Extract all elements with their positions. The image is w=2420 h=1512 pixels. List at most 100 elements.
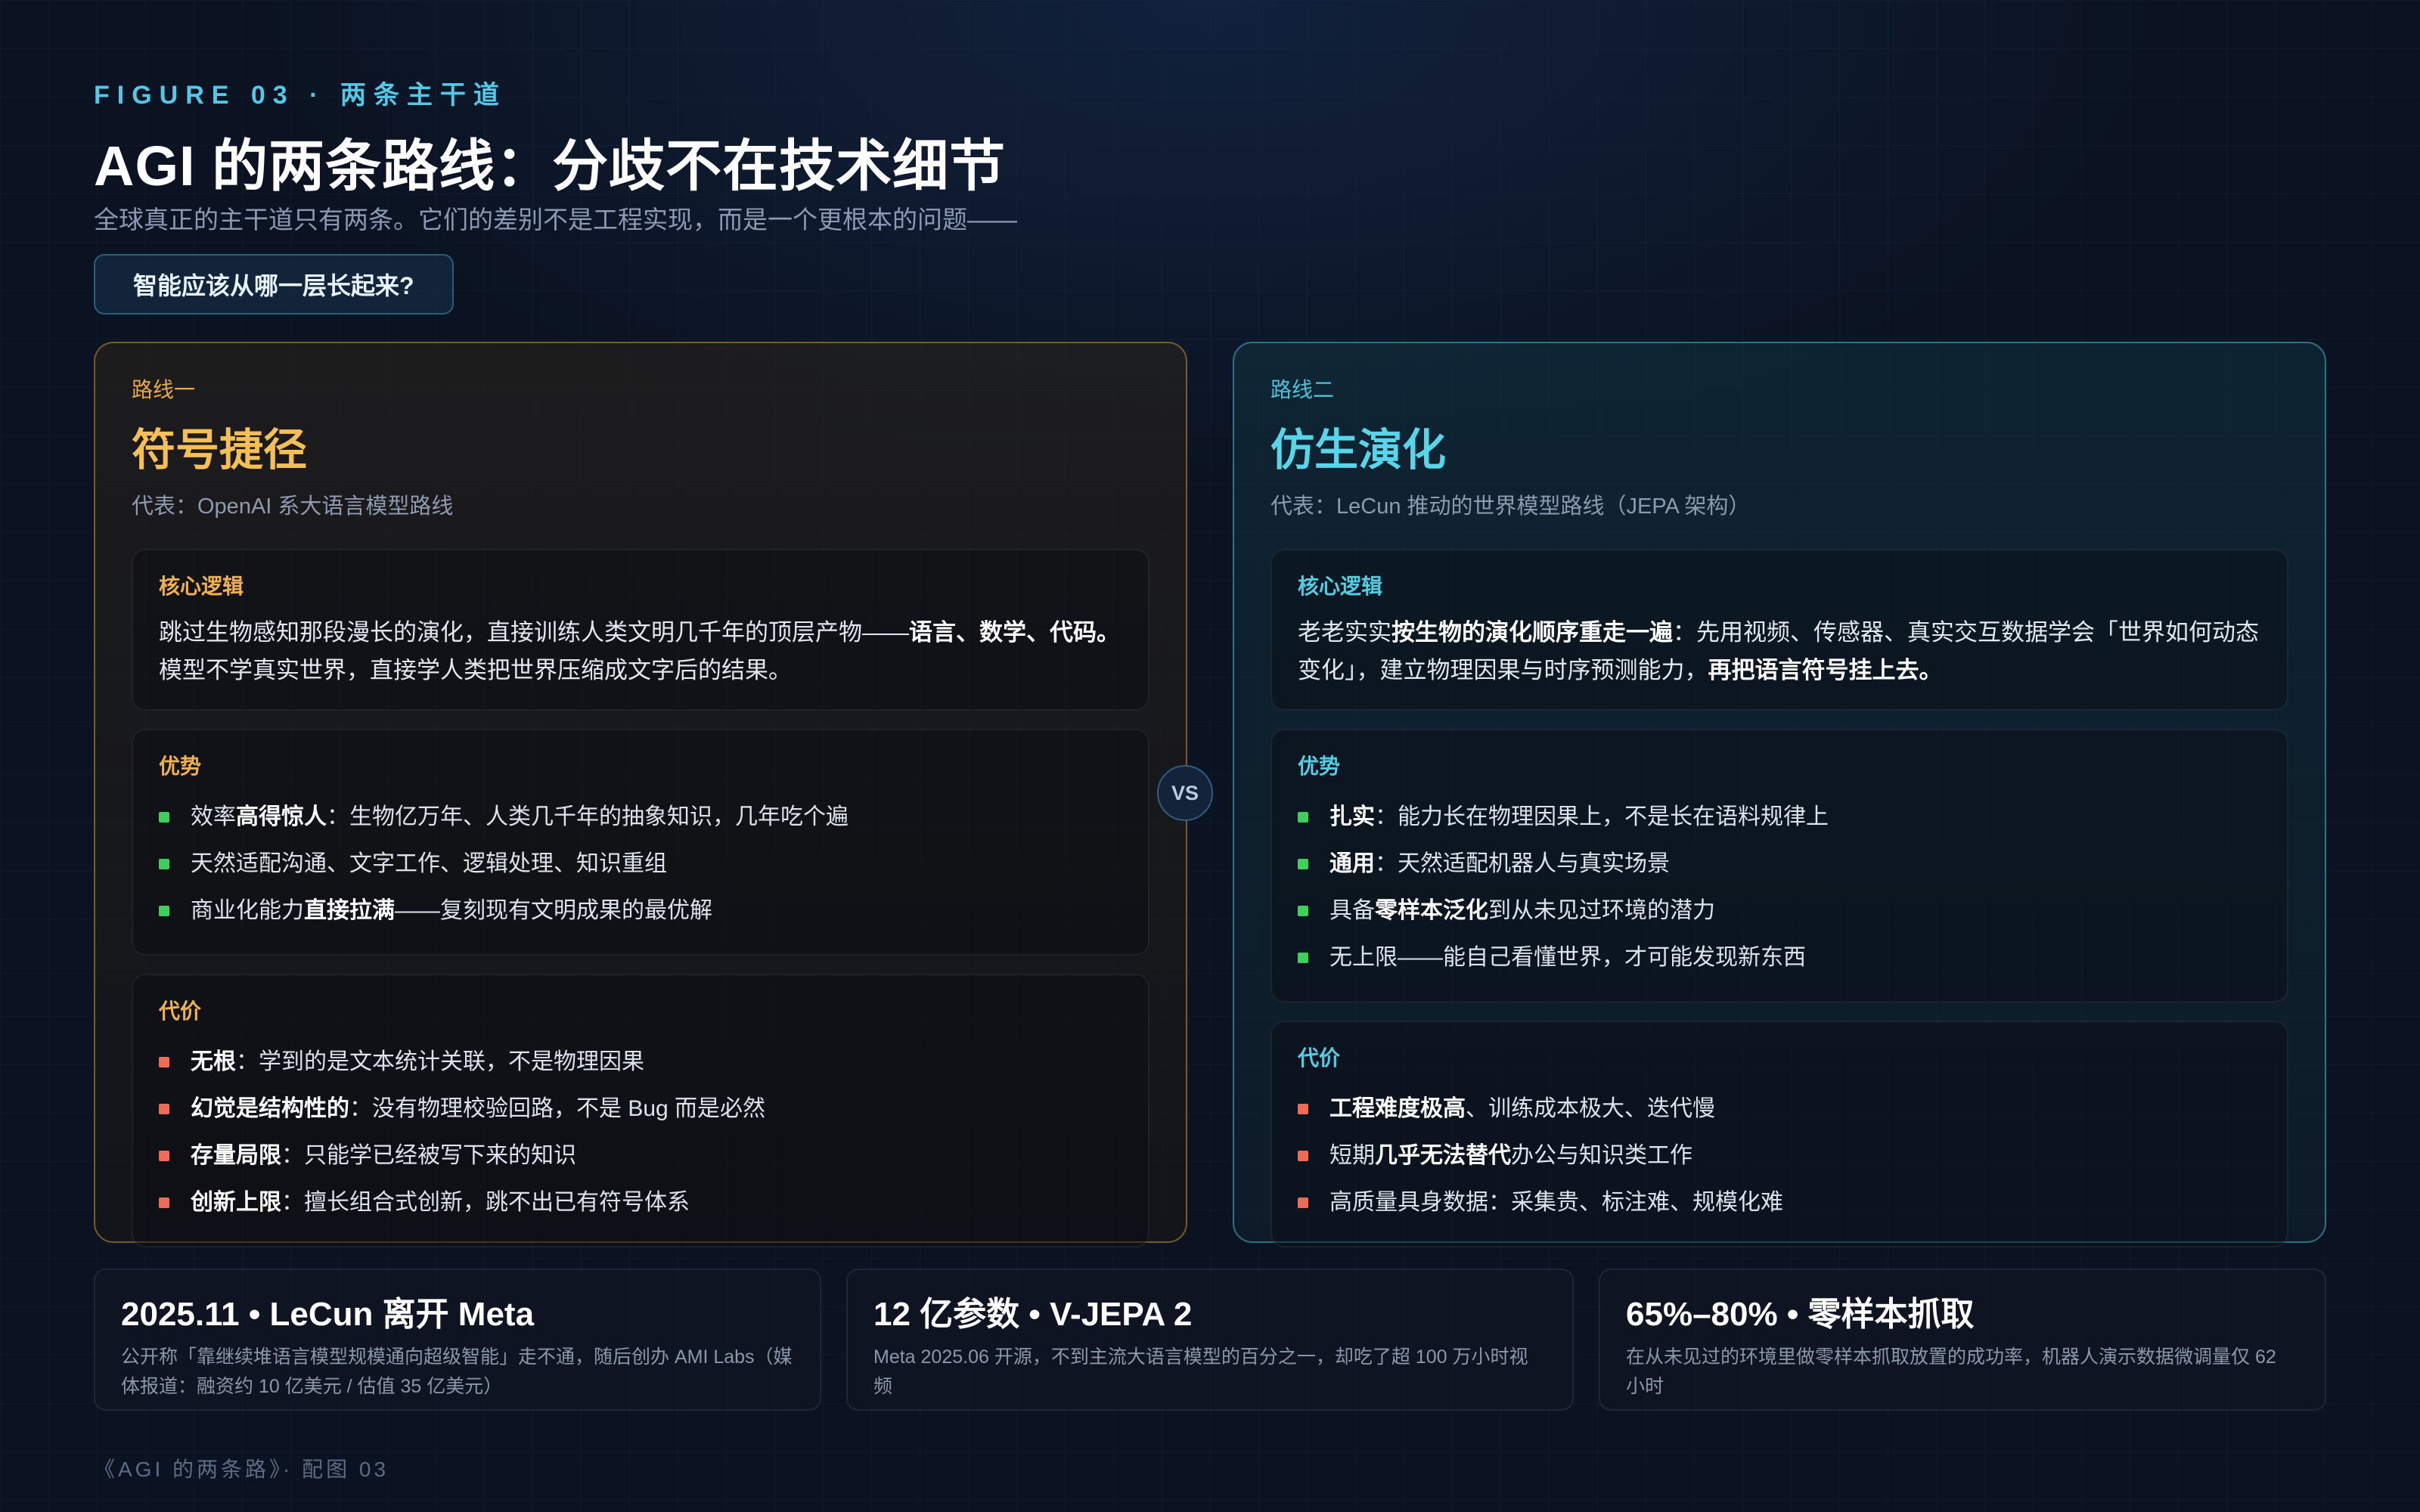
cons-section: 代价 无根：学到的是文本统计关联，不是物理因果幻觉是结构性的：没有物理校验回路，…: [132, 974, 1150, 1247]
emphasis-text: 创新上限: [191, 1190, 281, 1215]
bullet-square-icon: [159, 1151, 169, 1161]
bullet-square-icon: [159, 1198, 169, 1208]
cons-heading: 代价: [159, 999, 202, 1023]
bullet-square-icon: [159, 906, 169, 916]
list-item: 存量局限：只能学已经被写下来的知识: [159, 1132, 1122, 1179]
cons-list: 工程难度极高、训练成本极大、迭代慢 短期几乎无法替代办公与知识类工作 高质量具身数据…: [1298, 1086, 2261, 1226]
emphasis-text: 语言、数学、代码。: [909, 619, 1120, 646]
list-item-text: 天然适配沟通、文字工作、逻辑处理、知识重组: [191, 849, 667, 879]
text-run: ：擅长组合式创新，跳不出已有符号体系: [281, 1190, 690, 1215]
list-item-text: 短期几乎无法替代办公与知识类工作: [1329, 1141, 1692, 1171]
figure-eyebrow: FIGURE 03 · 两条主干道: [94, 81, 507, 110]
text-run: 模型不学真实世界，直接学人类把世界压缩成文字后的结果。: [159, 657, 792, 683]
bullet-square-icon: [159, 1104, 169, 1114]
core-logic-heading: 核心逻辑: [159, 575, 244, 598]
bullet-square-icon: [159, 812, 169, 823]
figure-footer: 《AGI 的两条路》· 配图 03: [94, 1458, 389, 1481]
text-run: 无上限——能自己看懂世界，才可能发现新东西: [1329, 945, 1806, 970]
text-run: 效率: [191, 804, 236, 829]
list-item: 通用：天然适配机器人与真实场景: [1298, 841, 2261, 888]
list-item: 具备零样本泛化到从未见过环境的潜力: [1298, 888, 2261, 934]
list-item-text: 商业化能力直接拉满——复刻现有文明成果的最优解: [191, 896, 712, 926]
route-card-symbolic: 路线一 符号捷径 代表：OpenAI 系大语言模型路线 核心逻辑 跳过生物感知那…: [94, 342, 1187, 1247]
text-run: 老老实实: [1298, 619, 1392, 646]
fact-title: 12 亿参数 • V-JEPA 2: [873, 1296, 1193, 1333]
route-label: 路线二: [1270, 378, 1335, 401]
cons-list: 无根：学到的是文本统计关联，不是物理因果幻觉是结构性的：没有物理校验回路，不是 …: [159, 1039, 1122, 1226]
pros-section: 优势 扎实：能力长在物理因果上，不是长在语料规律上通用：天然适配机器人与真实场景…: [1270, 729, 2288, 1002]
list-item: 高质量具身数据：采集贵、标注难、规模化难: [1298, 1179, 2261, 1226]
core-logic-section: 核心逻辑 跳过生物感知那段漫长的演化，直接训练人类文明几千年的顶层产物——语言、…: [132, 549, 1150, 711]
pros-section: 优势 效率高得惊人：生物亿万年、人类几千年的抽象知识，几年吃个遍 天然适配沟通、文…: [132, 729, 1150, 956]
list-item-text: 创新上限：擅长组合式创新，跳不出已有符号体系: [191, 1188, 690, 1218]
bullet-square-icon: [1298, 1198, 1308, 1208]
core-logic-heading: 核心逻辑: [1298, 575, 1383, 598]
core-logic-text: 跳过生物感知那段漫长的演化，直接训练人类文明几千年的顶层产物——语言、数学、代码…: [159, 614, 1122, 689]
list-item: 无根：学到的是文本统计关联，不是物理因果: [159, 1039, 1122, 1086]
route-representative: 代表：LeCun 推动的世界模型路线（JEPA 架构）: [1270, 494, 1751, 519]
list-item: 无上限——能自己看懂世界，才可能发现新东西: [1298, 934, 2261, 981]
list-item-text: 无上限——能自己看懂世界，才可能发现新东西: [1329, 943, 1806, 973]
list-item: 扎实：能力长在物理因果上，不是长在语料规律上: [1298, 794, 2261, 841]
list-item-text: 具备零样本泛化到从未见过环境的潜力: [1329, 896, 1715, 926]
core-logic-section: 核心逻辑 老老实实按生物的演化顺序重走一遍：先用视频、传感器、真实交互数据学会「…: [1270, 549, 2288, 711]
list-item: 工程难度极高、训练成本极大、迭代慢: [1298, 1086, 2261, 1132]
fact-description: 在从未见过的环境里做零样本抓取放置的成功率，机器人演示数据微调量仅 62 小时: [1626, 1346, 2276, 1397]
text-run: ——复刻现有文明成果的最优解: [395, 898, 712, 923]
route-name: 仿生演化: [1270, 426, 1447, 475]
list-item-text: 无根：学到的是文本统计关联，不是物理因果: [191, 1047, 644, 1077]
bullet-square-icon: [1298, 1104, 1308, 1114]
emphasis-text: 存量局限: [191, 1143, 281, 1168]
bullet-square-icon: [1298, 953, 1308, 963]
emphasis-text: 按生物的演化顺序重走一遍: [1392, 619, 1673, 646]
fact-card-lecun: 2025.11 • LeCun 离开 Meta 公开称「靠继续堆语言模型规模通向…: [94, 1269, 821, 1411]
text-run: 短期: [1329, 1143, 1375, 1168]
text-run: 到从未见过环境的潜力: [1488, 898, 1715, 923]
emphasis-text: 高得惊人: [236, 804, 327, 829]
route-card-bionic: 路线二 仿生演化 代表：LeCun 推动的世界模型路线（JEPA 架构） 核心逻…: [1233, 342, 2326, 1247]
list-item-text: 幻觉是结构性的：没有物理校验回路，不是 Bug 而是必然: [191, 1094, 765, 1124]
list-item: 短期几乎无法替代办公与知识类工作: [1298, 1132, 2261, 1179]
emphasis-text: 直接拉满: [304, 898, 395, 923]
list-item-text: 高质量具身数据：采集贵、标注难、规模化难: [1329, 1188, 1783, 1218]
emphasis-text: 无根: [191, 1049, 236, 1074]
text-run: 跳过生物感知那段漫长的演化，直接训练人类文明几千年的顶层产物——: [159, 619, 909, 646]
route-label: 路线一: [132, 378, 196, 401]
fact-card-grasping: 65%–80% • 零样本抓取 在从未见过的环境里做零样本抓取放置的成功率，机器…: [1599, 1269, 2326, 1411]
fact-description: Meta 2025.06 开源，不到主流大语言模型的百分之一，却吃了超 100 …: [873, 1346, 1528, 1397]
fact-card-vjepa: 12 亿参数 • V-JEPA 2 Meta 2025.06 开源，不到主流大语…: [846, 1269, 1574, 1411]
text-run: 办公与知识类工作: [1511, 1143, 1692, 1168]
text-run: ：天然适配机器人与真实场景: [1375, 851, 1670, 876]
text-run: ：生物亿万年、人类几千年的抽象知识，几年吃个遍: [327, 804, 849, 829]
cons-section: 代价 工程难度极高、训练成本极大、迭代慢 短期几乎无法替代办公与知识类工作 高质量具…: [1270, 1021, 2288, 1247]
pros-heading: 优势: [159, 754, 202, 778]
pros-heading: 优势: [1298, 754, 1341, 778]
list-item-text: 效率高得惊人：生物亿万年、人类几千年的抽象知识，几年吃个遍: [191, 802, 849, 832]
text-run: ：只能学已经被写下来的知识: [281, 1143, 576, 1168]
text-run: 高质量具身数据：采集贵、标注难、规模化难: [1329, 1190, 1783, 1215]
emphasis-text: 工程难度极高: [1329, 1096, 1466, 1121]
text-run: 、训练成本极大、迭代慢: [1466, 1096, 1715, 1121]
list-item-text: 存量局限：只能学已经被写下来的知识: [191, 1141, 576, 1171]
emphasis-text: 几乎无法替代: [1375, 1143, 1511, 1168]
list-item: 商业化能力直接拉满——复刻现有文明成果的最优解: [159, 888, 1122, 934]
fact-title: 65%–80% • 零样本抓取: [1626, 1296, 1975, 1333]
bullet-square-icon: [1298, 859, 1308, 869]
vs-badge: VS: [1157, 765, 1213, 821]
page-title: AGI 的两条路线：分歧不在技术细节: [94, 135, 1007, 197]
text-run: 具备: [1329, 898, 1375, 923]
list-item-text: 工程难度极高、训练成本极大、迭代慢: [1329, 1094, 1715, 1124]
bullet-square-icon: [159, 1057, 169, 1067]
text-run: 商业化能力: [191, 898, 304, 923]
list-item: 效率高得惊人：生物亿万年、人类几千年的抽象知识，几年吃个遍: [159, 794, 1122, 841]
question-badge: 智能应该从哪一层长起来?: [94, 254, 454, 314]
emphasis-text: 幻觉是结构性的: [191, 1096, 349, 1121]
emphasis-text: 扎实: [1329, 804, 1375, 829]
bullet-square-icon: [159, 859, 169, 869]
pros-list: 扎实：能力长在物理因果上，不是长在语料规律上通用：天然适配机器人与真实场景具备零…: [1298, 794, 2261, 981]
emphasis-text: 零样本泛化: [1375, 898, 1488, 923]
list-item-text: 通用：天然适配机器人与真实场景: [1329, 849, 1670, 879]
pros-list: 效率高得惊人：生物亿万年、人类几千年的抽象知识，几年吃个遍 天然适配沟通、文字工作…: [159, 794, 1122, 934]
emphasis-text: 再把语言符号挂上去。: [1708, 657, 1943, 683]
text-run: ：能力长在物理因果上，不是长在语料规律上: [1375, 804, 1829, 829]
